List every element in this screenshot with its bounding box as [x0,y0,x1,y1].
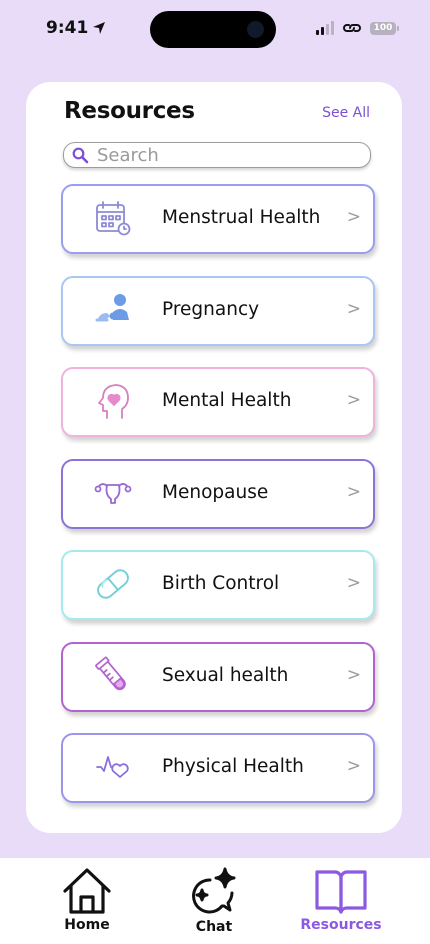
resource-list: Menstrual Health > Pregnancy > Mental He… [61,184,375,803]
chevron-right-icon: > [346,390,361,410]
home-icon [63,868,111,914]
tab-label: Home [64,917,110,933]
chevron-right-icon: > [346,207,361,227]
book-icon [315,870,367,914]
tab-home[interactable]: Home [42,866,132,933]
resource-label: Menstrual Health [162,207,321,228]
battery-icon: 100 [370,21,399,35]
camera-icon [247,21,264,38]
tab-label: Resources [300,917,382,933]
resource-item-mental-health[interactable]: Mental Health > [61,367,375,437]
chevron-right-icon: > [346,481,361,502]
chevron-right-icon: > [346,756,361,776]
resource-item-physical-health[interactable]: Physical Health > [61,733,375,803]
pill-icon [93,564,133,604]
resource-item-sexual-health[interactable]: Sexual health > [61,641,375,712]
resources-card: Resources See All Search Menstrual Healt… [26,82,402,833]
search-input[interactable] [97,144,357,166]
chevron-right-icon: > [346,664,361,685]
status-time: 9:41 [46,18,106,38]
resource-item-menstrual-health[interactable]: Menstrual Health > [61,184,375,254]
dynamic-island [150,11,276,48]
chevron-right-icon: > [346,573,361,593]
tab-bar: Home Chat Resources [0,858,430,944]
status-bar: 9:41 100 [0,0,430,60]
chevron-right-icon: > [346,298,361,319]
resource-label: Birth Control [162,573,280,594]
resource-label: Physical Health [162,756,304,777]
resource-item-pregnancy[interactable]: Pregnancy > [61,275,375,346]
resource-item-birth-control[interactable]: Birth Control > [61,550,375,620]
calendar-icon [93,198,133,238]
heartbeat-icon [93,747,133,787]
location-arrow-icon [93,22,106,34]
tab-resources[interactable]: Resources [296,866,386,933]
resource-label: Mental Health [162,390,292,411]
search-icon [72,147,89,163]
chat-sparkle-icon [192,867,236,914]
resource-item-menopause[interactable]: Menopause > [61,458,375,529]
head-heart-icon [93,381,133,421]
uterus-icon [93,473,133,513]
cellular-signal-icon [316,21,334,35]
status-indicators: 100 [316,21,399,35]
resource-label: Pregnancy [162,298,260,320]
battery-level: 100 [373,23,393,33]
tab-chat[interactable]: Chat [169,866,259,935]
see-all-link[interactable]: See All [322,105,370,121]
test-tube-icon [93,656,133,696]
link-icon [343,24,361,32]
resource-label: Menopause [162,481,269,503]
resource-label: Sexual health [162,664,289,686]
pregnancy-icon [93,290,133,330]
time-text: 9:41 [46,18,89,38]
tab-label: Chat [195,919,233,935]
page-title: Resources [64,98,195,124]
search-bar[interactable] [63,142,371,168]
